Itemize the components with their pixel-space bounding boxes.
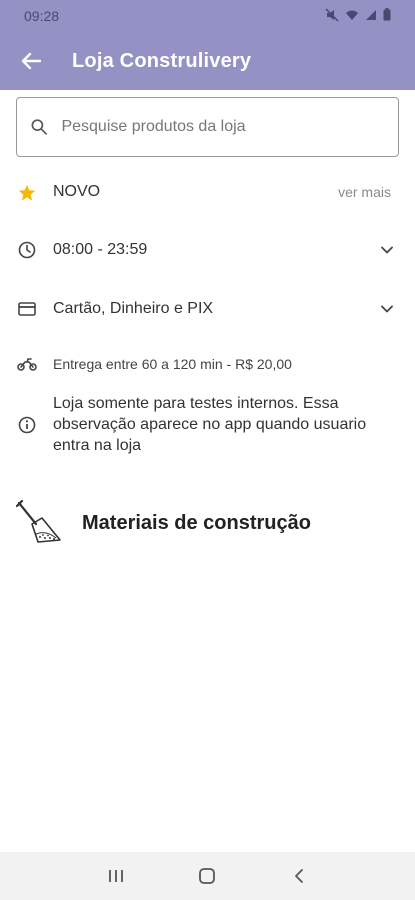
see-more-link[interactable]: ver mais [338, 184, 391, 200]
motorcycle-icon [17, 357, 37, 371]
back-button[interactable] [18, 48, 44, 74]
clock-icon [18, 241, 36, 259]
rating-row: NOVO ver mais [16, 183, 399, 201]
payment-row[interactable]: Cartão, Dinheiro e PIX [16, 300, 399, 318]
category-label: Materiais de construção [82, 511, 311, 534]
search-input[interactable] [61, 118, 384, 136]
mute-icon [325, 7, 339, 25]
hours-expand[interactable] [375, 246, 399, 254]
home-icon [199, 868, 216, 884]
delivery-text: Entrega entre 60 a 120 min - R$ 20,00 [53, 356, 292, 372]
app-bar: Loja Construlivery [0, 32, 415, 90]
page-title: Loja Construlivery [72, 49, 252, 72]
status-time: 09:28 [24, 8, 60, 24]
payment-text: Cartão, Dinheiro e PIX [53, 300, 214, 317]
status-icons [325, 7, 391, 25]
signal-icon [365, 8, 377, 24]
arrow-left-icon [21, 52, 41, 70]
battery-icon [383, 8, 391, 24]
star-icon [18, 184, 36, 201]
info-icon [18, 416, 36, 433]
rating-label: NOVO [53, 183, 101, 200]
chevron-down-icon [381, 246, 393, 254]
wifi-icon [345, 8, 359, 24]
credit-card-icon [18, 302, 36, 316]
recent-apps-button[interactable] [96, 856, 136, 896]
home-button[interactable] [187, 856, 227, 896]
chevron-down-icon [381, 305, 393, 313]
recent-apps-icon [108, 870, 123, 882]
search-box[interactable] [16, 97, 399, 157]
chevron-left-icon [295, 869, 304, 883]
hours-text: 08:00 - 23:59 [53, 241, 148, 258]
back-nav-button[interactable] [279, 856, 319, 896]
note-text: Loja somente para testes internos. Essa … [53, 395, 367, 454]
hours-row[interactable]: 08:00 - 23:59 [16, 241, 399, 259]
payment-expand[interactable] [375, 305, 399, 313]
system-nav-bar [0, 852, 415, 900]
shovel-icon [16, 500, 61, 543]
search-icon [31, 119, 47, 135]
delivery-row: Entrega entre 60 a 120 min - R$ 20,00 [16, 356, 399, 372]
category-item[interactable]: Materiais de construção [16, 500, 311, 546]
note-row: Loja somente para testes internos. Essa … [16, 393, 399, 456]
status-bar: 09:28 [0, 0, 415, 32]
